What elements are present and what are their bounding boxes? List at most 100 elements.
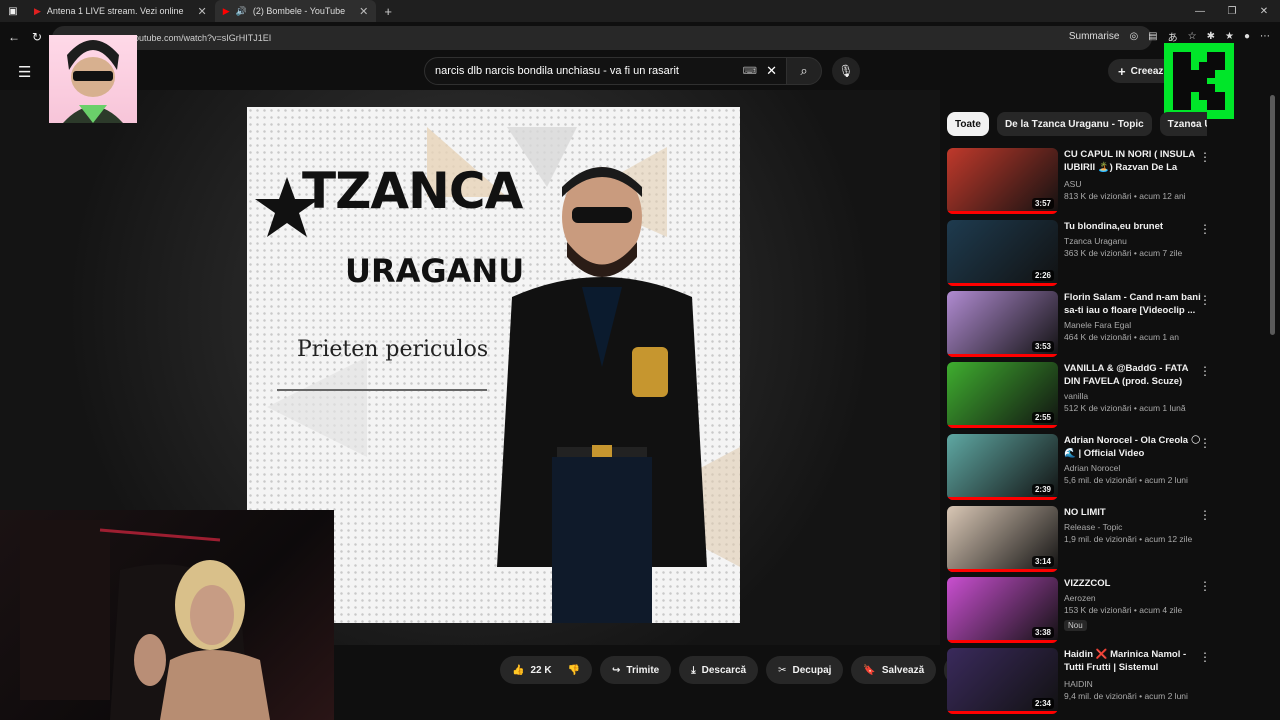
video-stats: 1,9 mil. de vizionări • acum 12 zile <box>1064 534 1193 544</box>
thumbs-up-icon: 👍 <box>512 664 525 676</box>
video-meta: Haidin ❌ Marinica Namol - Tutti Frutti |… <box>1064 648 1204 701</box>
video-thumbnail[interactable]: 2:55 <box>947 362 1058 428</box>
kick-logo-overlay <box>1164 43 1234 119</box>
clear-search-icon[interactable]: ✕ <box>766 63 777 79</box>
chip-topic[interactable]: De la Tzanca Uraganu - Topic <box>996 112 1152 136</box>
duration-badge: 2:34 <box>1031 698 1054 709</box>
profile-icon[interactable]: ● <box>1244 31 1250 42</box>
more-options-icon[interactable]: ⋯ <box>1260 31 1270 42</box>
video-thumbnail[interactable]: 3:14 <box>947 506 1058 572</box>
browser-tab-youtube[interactable]: ▶ 🔊 (2) Bombele - YouTube ✕ <box>214 0 377 22</box>
list-item[interactable]: 2:26 Tu blondina,eu brunet Tzanca Uragan… <box>947 220 1217 286</box>
voice-search-button[interactable]: 🎙 <box>832 57 860 85</box>
channel-name[interactable]: Tzanca Uraganu <box>1064 236 1204 246</box>
browser-tab-antena[interactable]: ▶ Antena 1 LIVE stream. Vezi online ✕ <box>26 0 215 22</box>
search-input[interactable]: narcis dlb narcis bondila unchiasu - va … <box>424 57 788 85</box>
channel-name[interactable]: HAIDIN <box>1064 679 1204 689</box>
chip-all[interactable]: Toate <box>947 112 989 136</box>
tab-title: Antena 1 LIVE stream. Vezi online <box>46 6 184 16</box>
video-title[interactable]: VIZZZCOL <box>1064 577 1204 590</box>
video-title[interactable]: Adrian Norocel - Ola Creola 🌕 🌊 | Offici… <box>1064 434 1204 460</box>
video-thumbnail[interactable]: 3:57 <box>947 148 1058 214</box>
video-thumbnail[interactable]: 3:38 <box>947 577 1058 643</box>
search-button[interactable]: ⌕ <box>786 57 822 85</box>
video-thumbnail[interactable]: 2:34 <box>947 648 1058 714</box>
video-thumbnail[interactable]: 2:26 <box>947 220 1058 286</box>
video-thumbnail[interactable]: 2:39 <box>947 434 1058 500</box>
channel-name[interactable]: Release - Topic <box>1064 522 1204 532</box>
video-stats: 363 K de vizionări • acum 7 zile <box>1064 248 1183 258</box>
extensions-icon[interactable]: ✱ <box>1207 31 1215 42</box>
channel-name[interactable]: Adrian Norocel <box>1064 463 1204 473</box>
like-count: 22 K <box>530 664 552 676</box>
like-button[interactable]: 👍 22 K 👎 <box>500 656 593 684</box>
video-title[interactable]: CU CAPUL IN NORI ( INSULA IUBIRII 🏝️) Ra… <box>1064 148 1204 176</box>
more-vertical-icon[interactable]: ⋮ <box>1199 436 1211 450</box>
minimize-icon[interactable]: — <box>1184 6 1216 17</box>
video-meta: VANILLA & @BaddG - FATA DIN FAVELA (prod… <box>1064 362 1204 413</box>
chip-tzanca[interactable]: Tzanca U <box>1159 112 1207 136</box>
video-title[interactable]: NO LIMIT <box>1064 506 1204 519</box>
video-thumbnail[interactable]: 3:53 <box>947 291 1058 357</box>
more-vertical-icon[interactable]: ⋮ <box>1199 222 1211 236</box>
youtube-header: ☰ narcis dlb narcis bondila unchiasu - v… <box>0 54 1280 90</box>
watched-progress-bar <box>947 640 1058 643</box>
list-item[interactable]: 3:57 CU CAPUL IN NORI ( INSULA IUBIRII 🏝… <box>947 148 1217 214</box>
more-vertical-icon[interactable]: ⋮ <box>1199 150 1211 164</box>
antena-favicon-icon: ▶ <box>34 5 41 16</box>
reload-icon[interactable]: ↻ <box>32 30 42 44</box>
close-tab-icon[interactable]: ✕ <box>359 5 368 18</box>
artwork-subtitle: Prieten periculos <box>297 337 489 362</box>
reader-icon[interactable]: ▤ <box>1148 31 1157 42</box>
favorite-star-icon[interactable]: ☆ <box>1188 31 1197 42</box>
chevron-right-icon[interactable]: › <box>1192 117 1196 131</box>
list-item[interactable]: 3:38 VIZZZCOL Aerozen 153 K de vizionări… <box>947 577 1217 643</box>
address-bar-row: ← ↻ outube.com/watch?v=sIGrHITJ1EI Summa… <box>0 26 1280 50</box>
channel-name[interactable]: Manele Fara Egal <box>1064 320 1204 330</box>
thumbs-down-icon[interactable]: 👎 <box>568 665 580 676</box>
menu-icon[interactable]: ☰ <box>18 63 31 81</box>
plus-icon: + <box>1118 63 1126 79</box>
back-icon[interactable]: ← <box>8 30 20 44</box>
duration-badge: 3:14 <box>1031 556 1054 567</box>
channel-name[interactable]: Aerozen <box>1064 593 1204 603</box>
page-scrollbar[interactable] <box>1270 95 1275 335</box>
channel-name[interactable]: vanilla <box>1064 391 1204 401</box>
list-item[interactable]: 2:34 Haidin ❌ Marinica Namol - Tutti Fru… <box>947 648 1217 714</box>
copilot-icon[interactable]: ◎ <box>1129 31 1138 42</box>
url-field[interactable]: outube.com/watch?v=sIGrHITJ1EI <box>52 26 1152 50</box>
channel-name[interactable]: ASU <box>1064 179 1204 189</box>
video-meta: Adrian Norocel - Ola Creola 🌕 🌊 | Offici… <box>1064 434 1204 485</box>
new-tab-icon[interactable]: + <box>384 4 392 19</box>
list-item[interactable]: 3:53 Florin Salam - Cand n-am bani sa-ti… <box>947 291 1217 357</box>
list-item[interactable]: 3:14 NO LIMIT Release - Topic 1,9 mil. d… <box>947 506 1217 572</box>
more-vertical-icon[interactable]: ⋮ <box>1199 579 1211 593</box>
tab-list-icon[interactable]: ▣ <box>0 6 26 17</box>
video-title[interactable]: Tu blondina,eu brunet <box>1064 220 1204 233</box>
clip-label: Decupaj <box>792 664 832 676</box>
more-vertical-icon[interactable]: ⋮ <box>1199 293 1211 307</box>
share-button[interactable]: ↪ Trimite <box>600 656 672 684</box>
more-vertical-icon[interactable]: ⋮ <box>1199 364 1211 378</box>
translate-icon[interactable]: あ <box>1168 29 1178 44</box>
close-window-icon[interactable]: ✕ <box>1248 6 1280 17</box>
close-tab-icon[interactable]: ✕ <box>198 5 207 18</box>
favorites-icon[interactable]: ★ <box>1225 31 1234 42</box>
list-item[interactable]: 2:55 VANILLA & @BaddG - FATA DIN FAVELA … <box>947 362 1217 428</box>
watched-progress-bar <box>947 425 1058 428</box>
list-item[interactable]: 2:39 Adrian Norocel - Ola Creola 🌕 🌊 | O… <box>947 434 1217 500</box>
more-vertical-icon[interactable]: ⋮ <box>1199 650 1211 664</box>
more-vertical-icon[interactable]: ⋮ <box>1199 508 1211 522</box>
restore-icon[interactable]: ❐ <box>1216 6 1248 17</box>
video-title[interactable]: VANILLA & @BaddG - FATA DIN FAVELA (prod… <box>1064 362 1204 388</box>
save-button[interactable]: 🔖 Salvează <box>851 656 937 684</box>
summarise-button[interactable]: Summarise <box>1069 31 1120 42</box>
download-button[interactable]: ⤓ Descarcă <box>679 656 759 684</box>
keyboard-icon[interactable]: ⌨ <box>743 66 757 77</box>
video-title[interactable]: Haidin ❌ Marinica Namol - Tutti Frutti |… <box>1064 648 1204 676</box>
video-meta: Florin Salam - Cand n-am bani sa-ti iau … <box>1064 291 1204 342</box>
video-stats: 512 K de vizionări • acum 1 lună <box>1064 403 1186 413</box>
audio-playing-icon[interactable]: 🔊 <box>236 6 247 17</box>
video-title[interactable]: Florin Salam - Cand n-am bani sa-ti iau … <box>1064 291 1204 317</box>
clip-button[interactable]: ✂ Decupaj <box>766 656 844 684</box>
